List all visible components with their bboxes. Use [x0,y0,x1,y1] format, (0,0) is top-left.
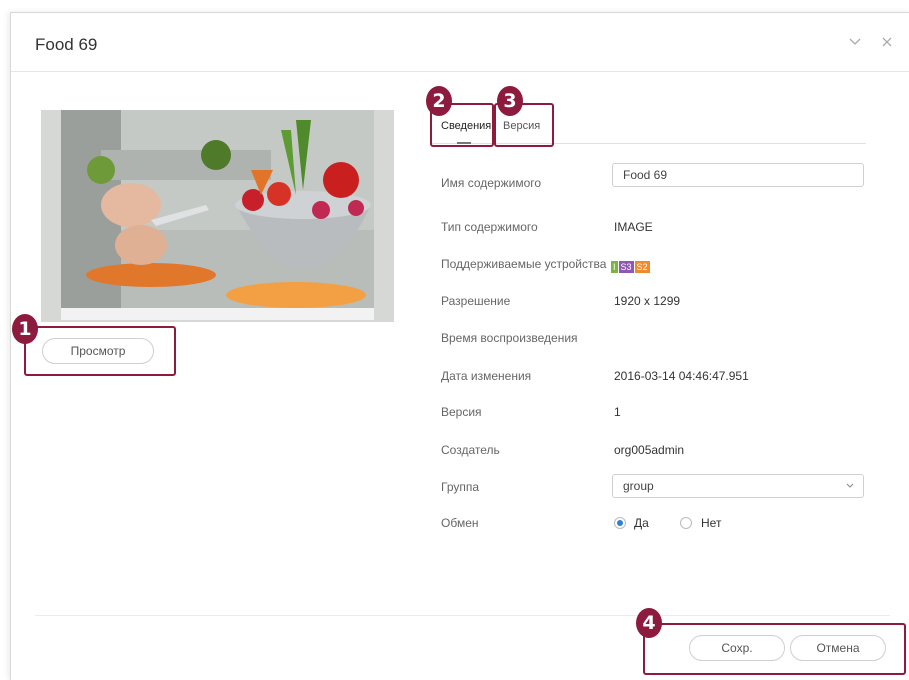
share-yes-radio[interactable] [614,517,626,529]
header-divider [11,71,909,72]
resolution-label: Разрешение [441,294,511,308]
supported-devices-label: Поддерживаемые устройства [441,257,607,271]
device-badge-i: I [611,261,618,273]
dialog-title: Food 69 [35,35,98,54]
device-badge-s2: S2 [634,261,650,273]
share-no-label: Нет [701,516,722,530]
share-label: Обмен [441,516,479,530]
content-name-label: Имя содержимого [441,176,542,190]
callout-box-4 [643,623,906,675]
modified-date-value: 2016-03-14 04:46:47.951 [614,369,749,383]
callout-number-3: 3 [497,86,523,116]
chevron-down-icon[interactable] [848,35,862,54]
group-label: Группа [441,480,480,494]
header-actions [848,35,894,54]
modified-date-label: Дата изменения [441,369,532,383]
share-no-radio[interactable] [680,517,692,529]
group-select-value: group [623,479,654,493]
content-name-input[interactable]: Food 69 [612,163,864,187]
version-value: 1 [614,405,621,419]
resolution-value: 1920 x 1299 [614,294,681,308]
footer-divider [35,615,890,616]
creator-value: org005admin [614,443,685,457]
play-time-label: Время воспроизведения [441,331,578,345]
share-yes-label: Да [634,516,649,530]
callout-number-4: 4 [636,608,662,638]
device-badge-s3: S3 [618,261,634,273]
content-preview-image [41,110,394,322]
content-type-value: IMAGE [614,220,653,234]
callout-box-1 [24,326,176,376]
callout-number-2: 2 [426,86,452,116]
content-type-label: Тип содержимого [441,220,538,234]
version-label: Версия [441,405,482,419]
creator-label: Создатель [441,443,500,457]
chevron-down-icon [846,478,854,495]
group-select[interactable]: group [612,474,864,498]
device-badges: I S3 S2 [611,257,651,275]
callout-number-1: 1 [12,314,38,344]
close-icon[interactable] [880,35,894,54]
